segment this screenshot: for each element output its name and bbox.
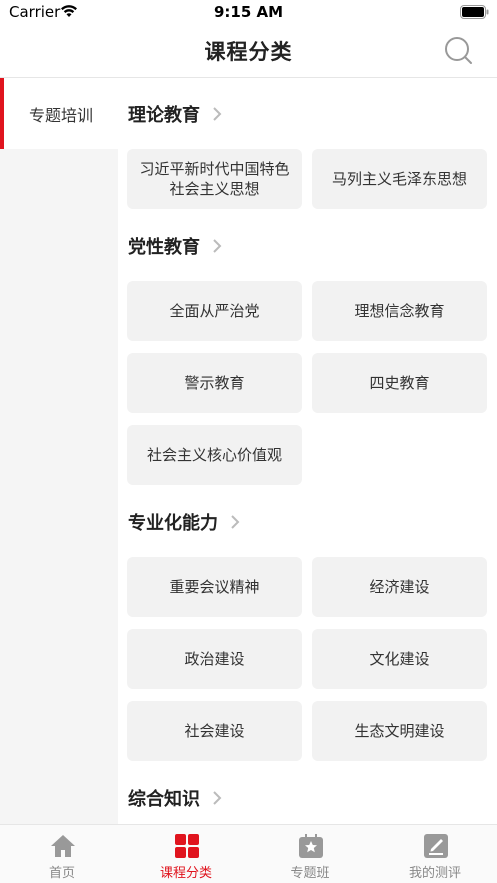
course-category-card[interactable]: 文化建设: [312, 629, 487, 689]
tab-bar: 首页 课程分类 专题班 我的测评: [0, 824, 497, 883]
tab-label: 专题班: [290, 866, 330, 881]
card-label: 习近平新时代中国特色 社会主义思想: [139, 160, 290, 198]
home-icon: [51, 835, 75, 857]
clock-time: 9:15 AM: [213, 3, 284, 21]
tab-label: 课程分类: [159, 866, 212, 881]
course-category-card[interactable]: 政治建设: [127, 629, 302, 689]
card-label: 社会主义核心价值观: [146, 446, 282, 464]
category-sidebar: 专题培训: [0, 78, 118, 824]
section-title-professional[interactable]: 专业化能力: [128, 509, 240, 535]
card-label: 警示教育: [184, 374, 245, 392]
navigation-bar: 课程分类: [0, 26, 497, 78]
tab-special-class[interactable]: 专题班: [248, 825, 372, 883]
assessment-icon: [424, 834, 448, 858]
course-category-card[interactable]: 警示教育: [127, 353, 302, 413]
card-label: 全面从严治党: [169, 302, 260, 320]
course-category-card[interactable]: 马列主义毛泽东思想: [312, 149, 487, 209]
chevron-right-icon: [213, 791, 222, 805]
section-title-party[interactable]: 党性教育: [128, 233, 222, 259]
course-category-card[interactable]: 社会主义核心价值观: [127, 425, 302, 485]
section-title-theory[interactable]: 理论教育: [128, 101, 222, 127]
section-title-label: 综合知识: [128, 789, 200, 810]
chevron-right-icon: [213, 239, 222, 253]
section-title-general[interactable]: 综合知识: [128, 785, 222, 811]
section-title-label: 专业化能力: [128, 513, 218, 534]
course-category-card[interactable]: 四史教育: [312, 353, 487, 413]
card-label: 四史教育: [369, 374, 430, 392]
category-icon: [175, 834, 199, 858]
card-label: 经济建设: [369, 578, 430, 596]
course-category-card[interactable]: 生态文明建设: [312, 701, 487, 761]
class-icon: [299, 834, 323, 858]
card-label: 马列主义毛泽东思想: [331, 170, 467, 188]
section-title-label: 党性教育: [128, 237, 200, 258]
tab-home[interactable]: 首页: [0, 825, 124, 883]
course-category-card[interactable]: 社会建设: [127, 701, 302, 761]
search-icon[interactable]: [443, 35, 475, 67]
section-title-label: 理论教育: [128, 105, 200, 126]
course-category-card[interactable]: 经济建设: [312, 557, 487, 617]
page-title: 课程分类: [204, 40, 293, 64]
card-label: 重要会议精神: [169, 578, 260, 596]
course-category-card[interactable]: 全面从严治党: [127, 281, 302, 341]
card-label: 政治建设: [184, 650, 245, 668]
sidebar-item-special-training[interactable]: 专题培训: [0, 78, 118, 149]
battery-icon: [460, 5, 489, 19]
card-label: 文化建设: [369, 650, 430, 668]
chevron-right-icon: [231, 515, 240, 529]
course-category-card[interactable]: 重要会议精神: [127, 557, 302, 617]
tab-label: 首页: [48, 866, 75, 881]
status-bar: Carrier 9:15 AM: [0, 0, 497, 26]
card-label: 社会建设: [184, 722, 245, 740]
course-category-card[interactable]: 理想信念教育: [312, 281, 487, 341]
chevron-right-icon: [213, 107, 222, 121]
sidebar-item-label: 专题培训: [28, 106, 93, 125]
card-label: 生态文明建设: [354, 722, 445, 740]
tab-my-assessment[interactable]: 我的测评: [373, 825, 497, 883]
tab-course-category[interactable]: 课程分类: [124, 825, 248, 883]
card-label: 理想信念教育: [354, 302, 445, 320]
course-category-card[interactable]: 习近平新时代中国特色 社会主义思想: [127, 149, 302, 209]
tab-label: 我的测评: [408, 866, 461, 881]
